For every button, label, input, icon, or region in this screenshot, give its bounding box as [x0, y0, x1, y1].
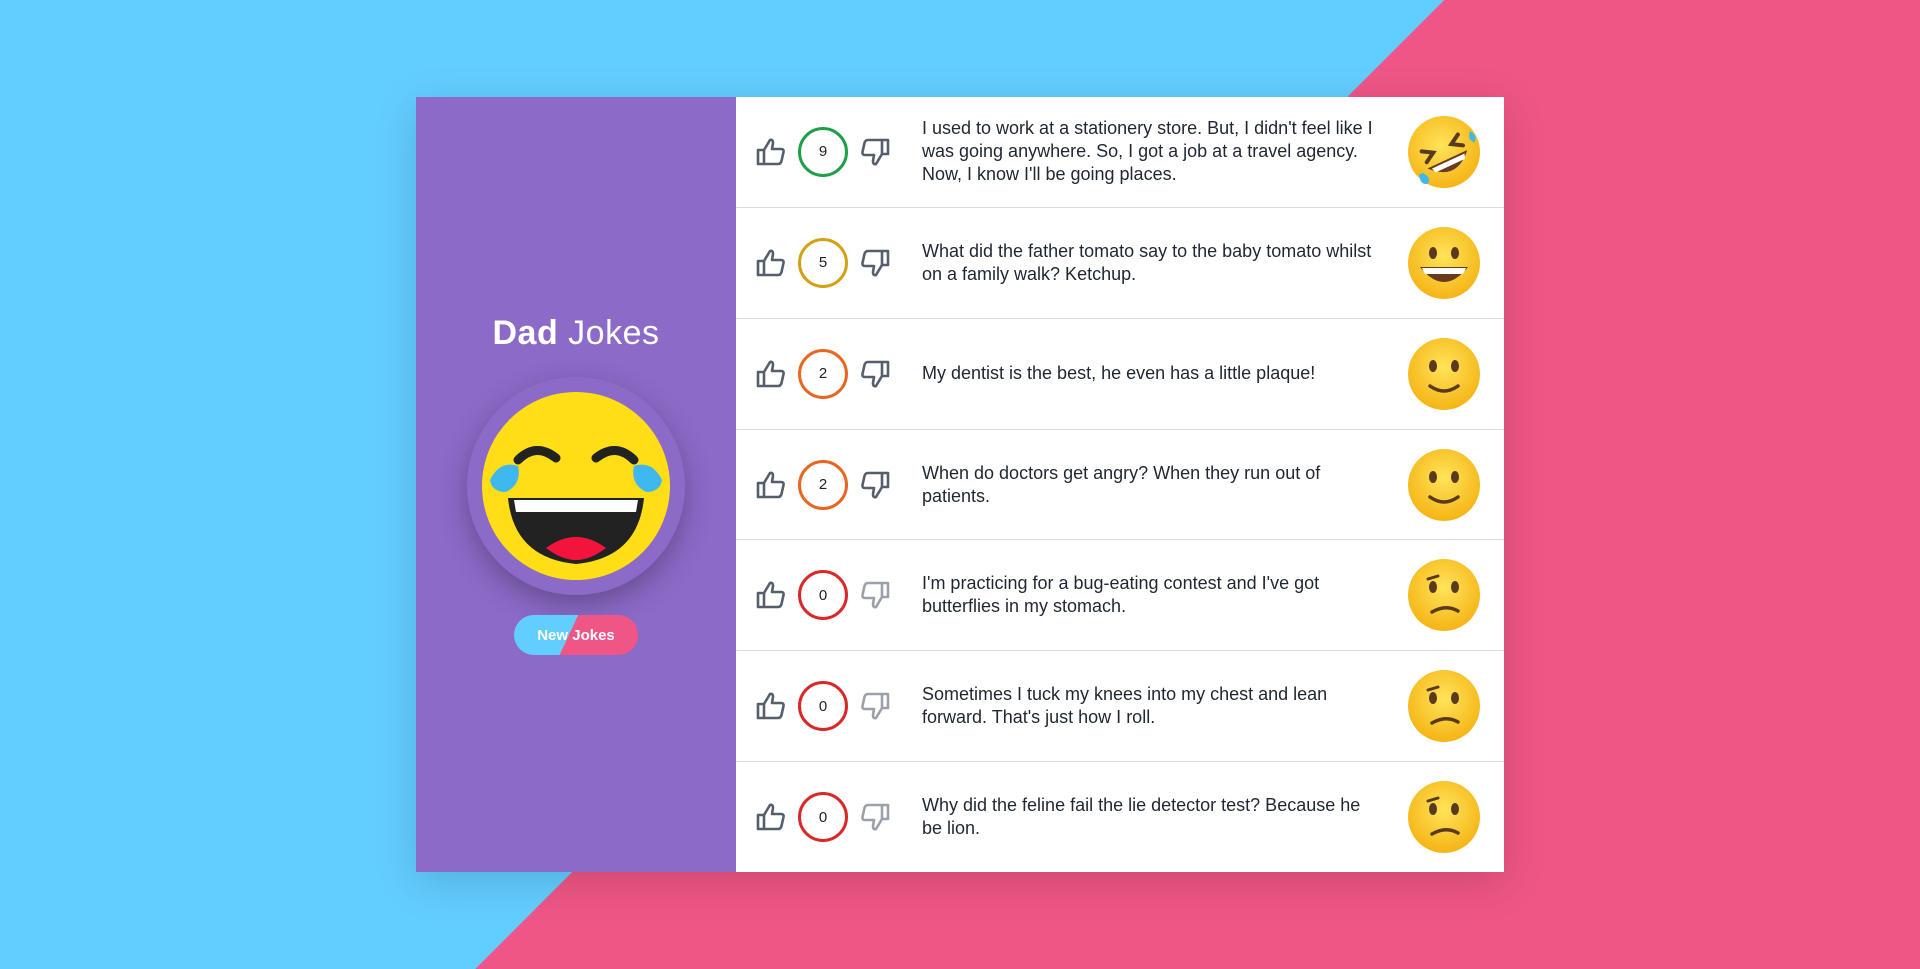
joke-row: 5 What did the father tomato say to the … — [736, 208, 1504, 319]
joke-list: 9 I used to work at a stationery store. … — [736, 97, 1504, 872]
vote-controls: 0 — [754, 570, 922, 621]
vote-controls: 2 — [754, 459, 922, 510]
app-title: Dad Jokes — [492, 314, 659, 353]
slight-smile-icon — [1406, 336, 1482, 412]
downvote-button[interactable] — [858, 357, 892, 391]
title-bold: Dad — [492, 314, 559, 352]
vote-controls: 9 — [754, 126, 922, 177]
score-badge: 2 — [798, 459, 848, 510]
thumbs-down-icon — [861, 138, 890, 166]
joke-row: 2 When do doctors get angry? When they r… — [736, 430, 1504, 541]
score-badge: 0 — [798, 570, 848, 621]
vote-controls: 5 — [754, 237, 922, 288]
vote-controls: 0 — [754, 681, 922, 732]
joke-row: 0 Why did the feline fail the lie detect… — [736, 762, 1504, 872]
downvote-button[interactable] — [858, 468, 892, 502]
joke-text: What did the father tomato say to the ba… — [922, 240, 1372, 284]
upvote-button[interactable] — [754, 357, 788, 391]
thumbs-down-icon — [861, 360, 890, 388]
score-badge: 0 — [798, 681, 848, 732]
joke-text: My dentist is the best, he even has a li… — [922, 363, 1316, 384]
joke-row: 2 My dentist is the best, he even has a … — [736, 319, 1504, 430]
upvote-button[interactable] — [754, 246, 788, 280]
thumbs-down-icon — [861, 803, 890, 831]
joke-row: 9 I used to work at a stationery store. … — [736, 97, 1504, 208]
downvote-button[interactable] — [858, 578, 892, 612]
dad-jokes-app: Dad Jokes New Jokes 9 I used to work at … — [416, 97, 1504, 872]
thumbs-down-icon — [861, 471, 890, 498]
upvote-button[interactable] — [754, 135, 788, 169]
sidebar: Dad Jokes New Jokes — [416, 97, 736, 872]
thumbs-up-icon — [756, 471, 785, 498]
vote-controls: 0 — [754, 792, 922, 843]
upvote-button[interactable] — [754, 800, 788, 834]
score-badge: 2 — [798, 348, 848, 399]
downvote-button[interactable] — [858, 800, 892, 834]
thumbs-down-icon — [861, 692, 890, 720]
confused-icon — [1406, 557, 1482, 633]
joke-row: 0 Sometimes I tuck my knees into my ches… — [736, 651, 1504, 763]
title-light: Jokes — [568, 314, 660, 352]
laughing-with-tears-icon — [467, 377, 685, 595]
upvote-button[interactable] — [754, 578, 788, 612]
downvote-button[interactable] — [858, 246, 892, 280]
upvote-button[interactable] — [754, 468, 788, 502]
joke-text: Sometimes I tuck my knees into my chest … — [922, 684, 1328, 728]
joke-text: When do doctors get angry? When they run… — [922, 462, 1321, 506]
vote-controls: 2 — [754, 348, 922, 399]
new-jokes-button[interactable]: New Jokes — [514, 615, 638, 655]
joke-text: I used to work at a stationery store. Bu… — [922, 118, 1373, 185]
thumbs-up-icon — [756, 249, 785, 277]
slight-smile-icon — [1406, 447, 1482, 523]
joke-row: 0 I'm practicing for a bug-eating contes… — [736, 540, 1504, 652]
thumbs-up-icon — [756, 803, 785, 831]
upvote-button[interactable] — [754, 689, 788, 723]
downvote-button[interactable] — [858, 689, 892, 723]
thumbs-down-icon — [861, 249, 890, 277]
confused-icon — [1406, 668, 1482, 744]
thumbs-up-icon — [756, 138, 785, 166]
thumbs-down-icon — [861, 582, 890, 609]
rofl-icon — [1406, 114, 1482, 190]
score-badge: 5 — [798, 237, 848, 288]
thumbs-up-icon — [756, 360, 785, 387]
score-badge: 0 — [798, 792, 848, 843]
joke-text: Why did the feline fail the lie detector… — [922, 795, 1361, 839]
thumbs-up-icon — [756, 692, 785, 720]
score-badge: 9 — [798, 126, 848, 177]
downvote-button[interactable] — [858, 135, 892, 169]
grinning-icon — [1406, 225, 1482, 301]
thumbs-up-icon — [756, 581, 785, 609]
confused-icon — [1406, 779, 1482, 855]
joke-text: I'm practicing for a bug-eating contest … — [922, 573, 1320, 617]
